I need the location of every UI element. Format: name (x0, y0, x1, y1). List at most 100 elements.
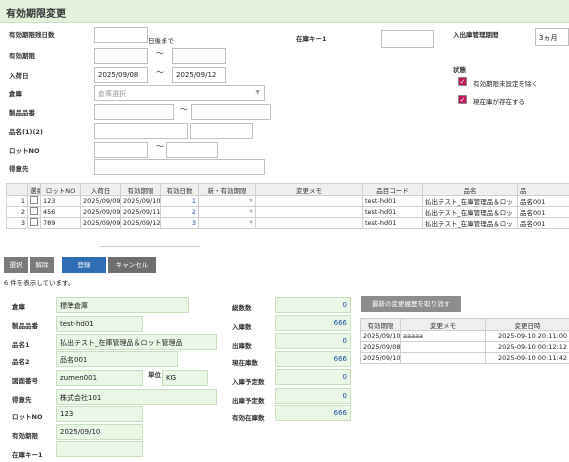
planned-out-label: 出庫予定数 (232, 397, 265, 405)
row-lot: 123 (40, 195, 81, 207)
expiry-tilde: ～ (156, 49, 164, 58)
detail-stock-key-field (56, 441, 143, 457)
row-expiry: 2025/09/10 (120, 195, 161, 207)
history-expiry: 2025/09/10 (360, 352, 401, 364)
detail-lot-value: 123 (60, 410, 74, 418)
arrival-from-value: 2025/09/08 (98, 71, 139, 79)
row-lot: 456 (40, 206, 81, 218)
grid-header-lot[interactable]: ロットNO (40, 183, 81, 196)
detail-expiry-value: 2025/09/10 (60, 428, 101, 436)
row-checkbox[interactable] (30, 196, 38, 204)
product-code-from-input[interactable] (94, 104, 174, 120)
cancel-latest-history-button[interactable]: 最新の変更履歴を取り消す (361, 296, 461, 312)
row-expiry: 2025/09/12 (120, 217, 161, 229)
planned-in-field: 0 (275, 369, 351, 385)
product-name2-input[interactable] (190, 123, 253, 139)
row-memo[interactable] (255, 195, 363, 207)
expiry-from-input[interactable] (94, 48, 148, 64)
grid-header-name2[interactable]: 品 (517, 183, 569, 196)
arrival-from-input[interactable]: 2025/09/08 (94, 67, 148, 83)
customer-input[interactable] (94, 159, 265, 175)
table-row[interactable]: 3 789 2025/09/09 2025/09/12 3 ▼ test-hd0… (6, 217, 569, 229)
period-select[interactable]: 3ヵ月 (535, 28, 569, 46)
arrival-to-input[interactable]: 2025/09/12 (172, 67, 226, 83)
select-button[interactable]: 選択 (4, 257, 28, 273)
row-new-expiry[interactable]: ▼ (198, 206, 256, 218)
in-label: 入庫数 (232, 323, 252, 331)
table-row[interactable]: 1 123 2025/09/09 2025/09/10 1 ▼ test-hd0… (6, 195, 569, 207)
current-field: 666 (275, 351, 351, 367)
row-days: 2 (160, 206, 199, 218)
valid-value: 666 (333, 409, 347, 417)
out-field: 0 (275, 333, 351, 349)
row-code: test-hd01 (362, 217, 423, 229)
grid-header-expiry[interactable]: 有効期限 (120, 183, 161, 196)
row-days: 3 (160, 217, 199, 229)
status-checkbox-1[interactable]: ✓ (458, 77, 467, 86)
history-row[interactable]: 2025/09/10 2025-09-10 00:11:42 (360, 352, 569, 364)
grid-header-memo[interactable]: 変更メモ (255, 183, 363, 196)
history-header-memo[interactable]: 変更メモ (400, 318, 486, 331)
history-memo (400, 341, 486, 353)
lot-from-input[interactable] (94, 142, 148, 158)
page-header: 有効期限変更 (0, 0, 569, 23)
row-new-expiry[interactable]: ▼ (198, 217, 256, 229)
period-value: 3ヵ月 (539, 34, 558, 42)
detail-name1-field: 払出テスト_在庫管理品＆ロット管理品 (56, 334, 217, 350)
detail-name2-label: 品名2 (12, 358, 30, 366)
lot-to-input[interactable] (166, 142, 218, 158)
expiry-to-input[interactable] (172, 48, 226, 64)
row-memo[interactable] (255, 217, 363, 229)
row-expiry: 2025/09/11 (120, 206, 161, 218)
detail-lot-field: 123 (56, 406, 143, 422)
row-arrival: 2025/09/09 (80, 195, 121, 207)
status-checkbox-2[interactable]: ✓ (458, 95, 467, 104)
arrival-label: 入荷日 (9, 72, 29, 80)
history-datetime: 2025-09-10 00:11:42 (485, 352, 569, 364)
row-name: 払出テスト_在庫管理品＆ロッ (422, 195, 518, 207)
row-new-expiry[interactable]: ▼ (198, 195, 256, 207)
warehouse-label: 倉庫 (9, 90, 22, 98)
history-header-datetime[interactable]: 変更日時 (485, 318, 569, 331)
row-name: 払出テスト_在庫管理品＆ロッ (422, 206, 518, 218)
detail-expiry-label: 有効期限 (12, 432, 38, 440)
history-datetime: 2025-09-10 20:11:00 (485, 330, 569, 342)
cancel-button[interactable]: キャンセル (108, 257, 156, 273)
lot-label: ロットNO (9, 147, 40, 155)
history-row[interactable]: 2025/09/10 aaaaa 2025-09-10 20:11:00 (360, 330, 569, 342)
customer-label: 得意先 (9, 165, 29, 173)
detail-warehouse-value: 標準倉庫 (60, 302, 88, 310)
register-button[interactable]: 登録 (62, 257, 106, 273)
product-code-to-input[interactable] (191, 104, 271, 120)
detail-name2-value: 品名001 (60, 356, 88, 364)
grid-header-arrival[interactable]: 入荷日 (80, 183, 121, 196)
detail-stock-key-label: 在庫キー1 (12, 451, 43, 459)
grid-header-name[interactable]: 品名 (422, 183, 518, 196)
arrival-to-value: 2025/09/12 (176, 71, 217, 79)
grid-header-new-expiry[interactable]: 新・有効期限 (198, 183, 256, 196)
release-button[interactable]: 解除 (30, 257, 54, 273)
row-memo[interactable] (255, 206, 363, 218)
days-input[interactable] (94, 27, 148, 43)
history-row[interactable]: 2025/09/08 2025-09-10 00:12:12 (360, 341, 569, 353)
row-checkbox[interactable] (30, 207, 38, 215)
grid-header-days[interactable]: 有効日数 (160, 183, 199, 196)
stock-key-input[interactable] (381, 30, 434, 48)
history-header-expiry[interactable]: 有効期限 (360, 318, 401, 331)
planned-in-label: 入庫予定数 (232, 378, 265, 386)
planned-out-field: 0 (275, 388, 351, 404)
history-table: 有効期限 変更メモ 変更日時 2025/09/10 aaaaa 2025-09-… (360, 318, 569, 364)
table-row[interactable]: 2 456 2025/09/09 2025/09/11 2 ▼ test-hd0… (6, 206, 569, 218)
row-name2: 品名001 (517, 217, 569, 229)
detail-name1-label: 品名1 (12, 341, 30, 349)
row-number: 2 (6, 206, 28, 218)
product-name1-input[interactable] (94, 123, 188, 139)
valid-label: 有効在庫数 (232, 414, 265, 422)
detail-customer-field: 株式会社101 (56, 389, 217, 405)
days-suffix: 日後まで (148, 37, 174, 45)
row-checkbox[interactable] (30, 218, 38, 226)
current-label: 現在庫数 (232, 359, 258, 367)
out-label: 出庫数 (232, 342, 252, 350)
grid-header-code[interactable]: 品目コード (362, 183, 423, 196)
warehouse-select[interactable]: 倉庫選択 ▼ (94, 85, 265, 101)
